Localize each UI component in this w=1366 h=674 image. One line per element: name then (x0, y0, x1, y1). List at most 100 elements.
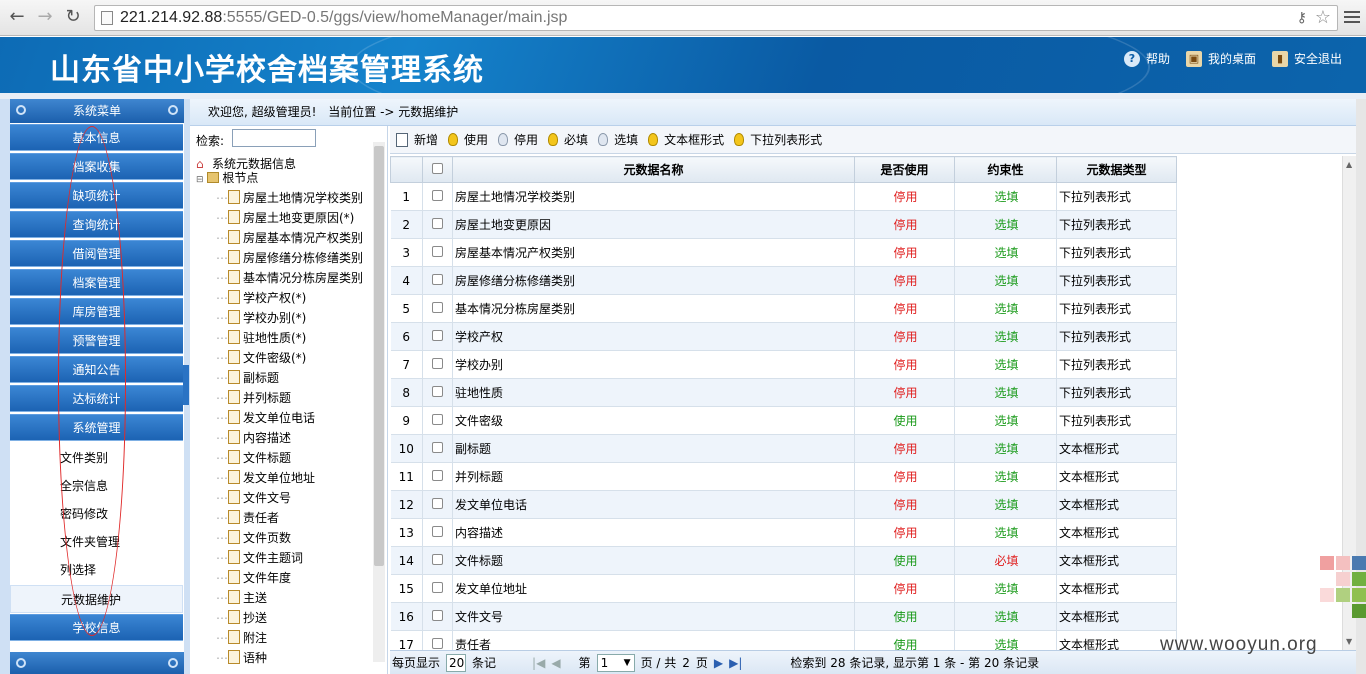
key-icon[interactable]: ⚷ (1297, 10, 1307, 26)
table-row[interactable]: 14 文件标题 使用 必填 文本框形式 (390, 546, 1177, 575)
menu-system-manage[interactable]: 系统管理 (10, 414, 183, 441)
tree-item[interactable]: ⋯ 房屋修缮分栋修缮类别 (216, 248, 363, 268)
forward-icon[interactable]: → (34, 6, 56, 28)
sub-file-category[interactable]: 文件类别 (10, 444, 183, 472)
tree-item[interactable]: ⋯ 文件主题词 (216, 548, 303, 568)
row-checkbox-cell[interactable] (422, 546, 453, 575)
tree-item[interactable]: ⋯ 责任者 (216, 508, 279, 528)
constraint-cell[interactable]: 选填 (954, 406, 1057, 435)
address-bar[interactable]: 221.214.92.88:5555/GED-0.5/ggs/view/home… (94, 5, 1338, 31)
table-row[interactable]: 5 基本情况分栋房屋类别 停用 选填 下拉列表形式 (390, 294, 1177, 323)
use-status-cell[interactable]: 停用 (854, 350, 955, 379)
reload-icon[interactable]: ↻ (62, 6, 84, 28)
table-row[interactable]: 10 副标题 停用 选填 文本框形式 (390, 434, 1177, 463)
browser-menu-icon[interactable] (1342, 7, 1362, 27)
use-status-cell[interactable]: 使用 (854, 630, 955, 650)
row-checkbox-cell[interactable] (422, 210, 453, 239)
row-checkbox[interactable] (432, 497, 443, 509)
use-status-cell[interactable]: 停用 (854, 518, 955, 547)
dropdown-button[interactable]: 下拉列表形式 (734, 131, 822, 148)
row-checkbox-cell[interactable] (422, 574, 453, 603)
table-row[interactable]: 2 房屋土地变更原因 停用 选填 下拉列表形式 (390, 210, 1177, 239)
next-page-icon[interactable]: ▶ (714, 656, 723, 670)
tree-item[interactable]: ⋯ 房屋基本情况产权类别 (216, 228, 363, 248)
constraint-cell[interactable]: 选填 (954, 378, 1057, 407)
row-checkbox-cell[interactable] (422, 462, 453, 491)
row-checkbox-cell[interactable] (422, 182, 453, 211)
table-row[interactable]: 4 房屋修缮分栋修缮类别 停用 选填 下拉列表形式 (390, 266, 1177, 295)
desktop-link[interactable]: ▣ 我的桌面 (1185, 50, 1256, 67)
tree-item[interactable]: ⋯ 驻地性质(*) (216, 328, 306, 348)
row-checkbox[interactable] (432, 637, 443, 649)
use-status-cell[interactable]: 停用 (854, 434, 955, 463)
row-checkbox[interactable] (432, 385, 443, 397)
constraint-cell[interactable]: 选填 (954, 490, 1057, 519)
constraint-cell[interactable]: 选填 (954, 238, 1057, 267)
tree-item[interactable]: ⋯ 发文单位地址 (216, 468, 315, 488)
table-row[interactable]: 3 房屋基本情况产权类别 停用 选填 下拉列表形式 (390, 238, 1177, 267)
tree-item[interactable]: ⋯ 文件标题 (216, 448, 291, 468)
row-checkbox[interactable] (432, 525, 443, 537)
tree-item[interactable]: ⋯ 基本情况分栋房屋类别 (216, 268, 363, 288)
menu-archive-manage[interactable]: 档案管理 (10, 269, 183, 296)
menu-archive-collect[interactable]: 档案收集 (10, 153, 183, 180)
select-all-checkbox[interactable] (432, 162, 443, 174)
menu-notice[interactable]: 通知公告 (10, 356, 183, 383)
use-status-cell[interactable]: 停用 (854, 182, 955, 211)
menu-standard-stats[interactable]: 达标统计 (10, 385, 183, 412)
row-checkbox[interactable] (432, 553, 443, 565)
logout-link[interactable]: ▮ 安全退出 (1271, 50, 1342, 67)
sub-fonds-info[interactable]: 全宗信息 (10, 472, 183, 500)
constraint-cell[interactable]: 选填 (954, 182, 1057, 211)
constraint-cell[interactable]: 选填 (954, 266, 1057, 295)
use-status-cell[interactable]: 使用 (854, 406, 955, 435)
table-row[interactable]: 15 发文单位地址 停用 选填 文本框形式 (390, 574, 1177, 603)
back-icon[interactable]: ← (6, 6, 28, 28)
table-row[interactable]: 9 文件密级 使用 选填 下拉列表形式 (390, 406, 1177, 435)
row-checkbox[interactable] (432, 301, 443, 313)
row-checkbox-cell[interactable] (422, 518, 453, 547)
select-all-header[interactable] (422, 156, 453, 183)
tree-item[interactable]: ⋯ 房屋土地变更原因(*) (216, 208, 354, 228)
menu-query-stats[interactable]: 查询统计 (10, 211, 183, 238)
first-page-icon[interactable]: |◀ (532, 656, 545, 670)
tree-item[interactable]: ⋯ 副标题 (216, 368, 279, 388)
menu-basic-info[interactable]: 基本信息 (10, 124, 183, 151)
page-select[interactable]: 1 (596, 653, 635, 672)
sub-password[interactable]: 密码修改 (10, 500, 183, 528)
sub-folder-manage[interactable]: 文件夹管理 (10, 528, 183, 556)
tree-item[interactable]: ⋯ 文件年度 (216, 568, 291, 588)
tree-scrollbar[interactable] (373, 142, 385, 662)
row-checkbox-cell[interactable] (422, 406, 453, 435)
constraint-cell[interactable]: 选填 (954, 574, 1057, 603)
constraint-cell[interactable]: 选填 (954, 350, 1057, 379)
tree-item[interactable]: ⋯ 房屋土地情况学校类别 (216, 188, 363, 208)
row-checkbox[interactable] (432, 441, 443, 453)
use-status-cell[interactable]: 使用 (854, 546, 955, 575)
tree-item[interactable]: ⋯ 抄送 (216, 608, 267, 628)
per-page-input[interactable]: 20 (446, 653, 467, 672)
constraint-cell[interactable]: 选填 (954, 518, 1057, 547)
scroll-down-icon[interactable]: ▼ (1346, 637, 1352, 646)
tree-item[interactable]: ⋯ 学校办别(*) (216, 308, 306, 328)
tree-item[interactable]: ⋯ 附注 (216, 628, 267, 648)
sidebar-collapse-handle[interactable] (183, 365, 189, 405)
tree-item[interactable]: ⋯ 发文单位电话 (216, 408, 315, 428)
row-checkbox[interactable] (432, 189, 443, 201)
sub-metadata[interactable]: 元数据维护 (10, 585, 183, 613)
row-checkbox-cell[interactable] (422, 294, 453, 323)
use-status-cell[interactable]: 停用 (854, 322, 955, 351)
constraint-cell[interactable]: 选填 (954, 434, 1057, 463)
last-page-icon[interactable]: ▶| (729, 656, 742, 670)
table-row[interactable]: 6 学校产权 停用 选填 下拉列表形式 (390, 322, 1177, 351)
table-row[interactable]: 12 发文单位电话 停用 选填 文本框形式 (390, 490, 1177, 519)
use-status-cell[interactable]: 停用 (854, 210, 955, 239)
table-row[interactable]: 17 责任者 使用 选填 文本框形式 (390, 630, 1177, 650)
table-row[interactable]: 11 并列标题 停用 选填 文本框形式 (390, 462, 1177, 491)
row-checkbox-cell[interactable] (422, 630, 453, 650)
use-button[interactable]: 使用 (448, 131, 488, 148)
menu-borrow[interactable]: 借阅管理 (10, 240, 183, 267)
bookmark-star-icon[interactable]: ☆ (1315, 7, 1331, 28)
menu-missing-stats[interactable]: 缺项统计 (10, 182, 183, 209)
prev-page-icon[interactable]: ◀ (551, 656, 560, 670)
